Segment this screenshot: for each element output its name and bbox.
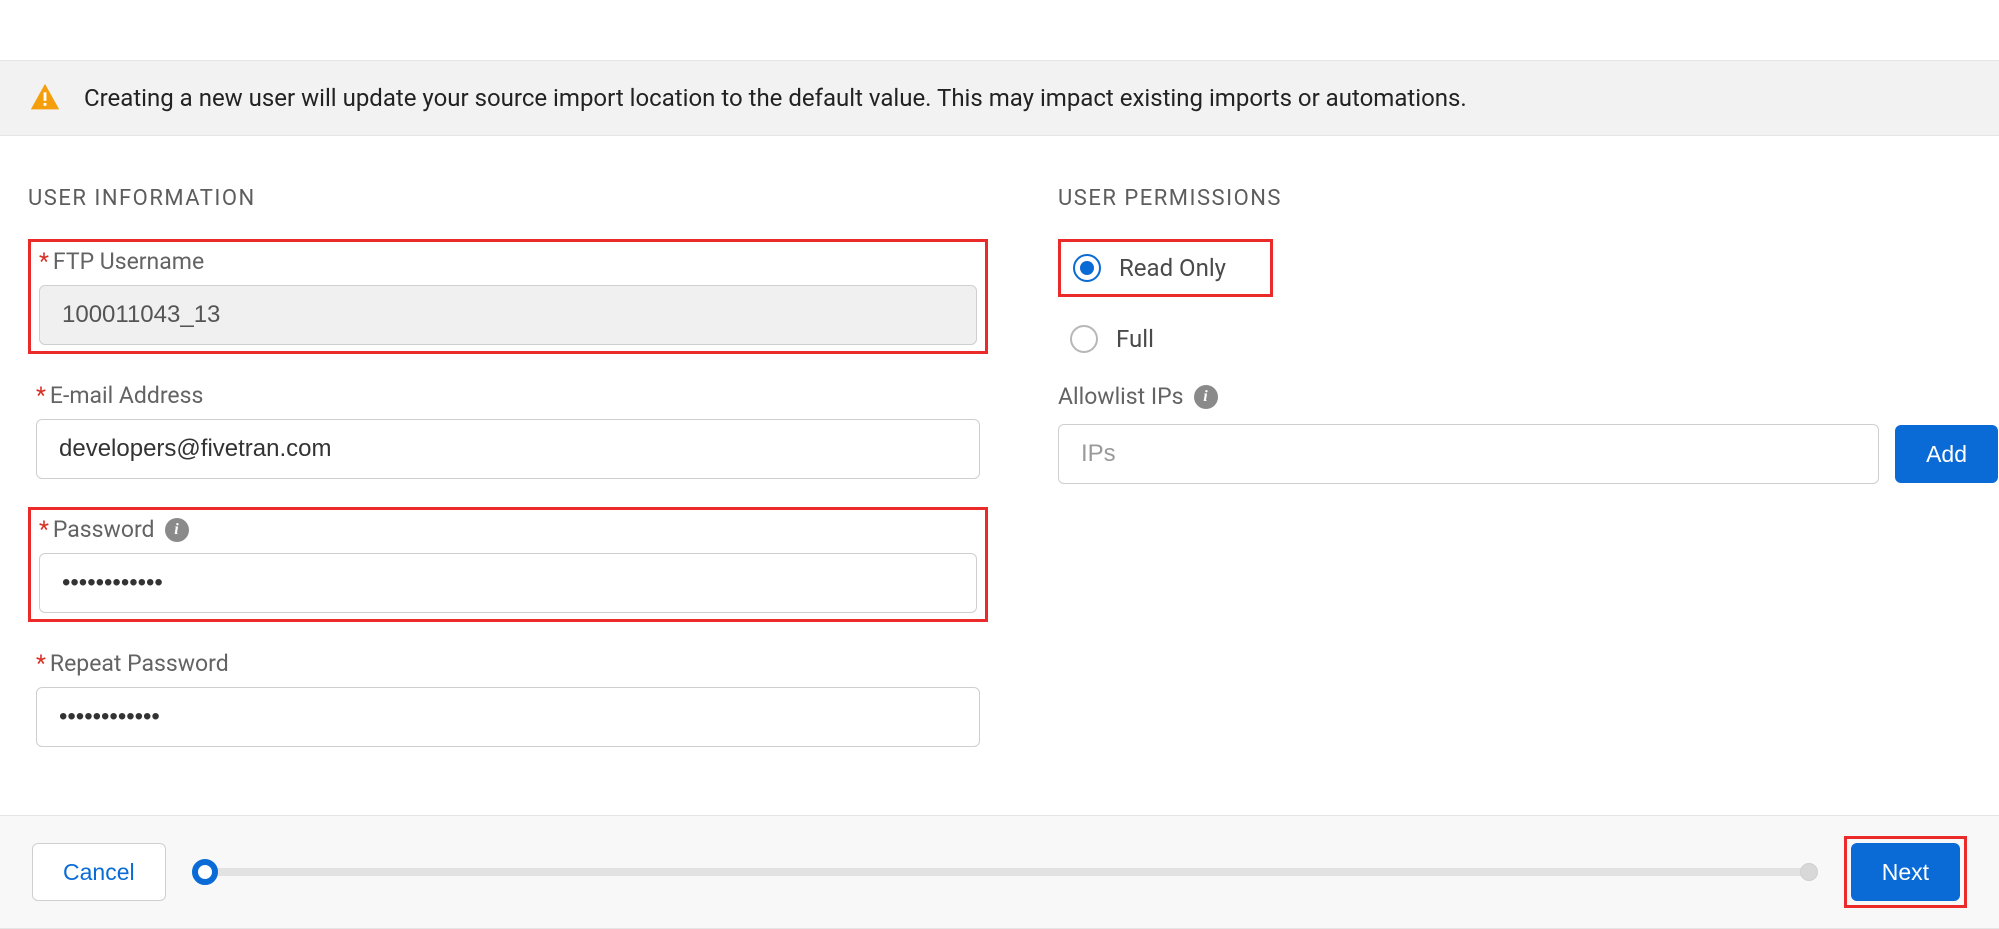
repeat-password-group: *Repeat Password [28,644,988,753]
permission-read-only-row[interactable]: Read Only [1058,239,1273,297]
ftp-username-label: *FTP Username [39,248,977,275]
progress-step-next [1800,863,1818,881]
allowlist-label: Allowlist IPs i [1058,383,1998,410]
wizard-progress [196,859,1814,885]
permission-full-row[interactable]: Full [1058,319,1998,359]
wizard-footer: Cancel Next [0,815,1999,929]
user-information-heading: USER INFORMATION [28,186,988,211]
email-group: *E-mail Address [28,376,988,485]
user-permissions-heading: USER PERMISSIONS [1058,186,1998,211]
repeat-password-label: *Repeat Password [36,650,980,677]
permission-read-only-label: Read Only [1119,254,1226,282]
cancel-button[interactable]: Cancel [32,843,166,901]
radio-full[interactable] [1070,325,1098,353]
ftp-username-input[interactable] [39,285,977,345]
add-button[interactable]: Add [1895,425,1998,483]
permission-full-label: Full [1116,325,1154,353]
radio-read-only[interactable] [1073,254,1101,282]
email-input[interactable] [36,419,980,479]
next-button-highlight: Next [1844,836,1967,908]
password-input[interactable] [39,553,977,613]
password-group: *Password i [28,507,988,622]
progress-step-current [192,859,218,885]
password-label: *Password i [39,516,977,543]
warning-icon [28,81,62,115]
next-button[interactable]: Next [1851,843,1960,901]
alert-message: Creating a new user will update your sou… [84,84,1467,112]
repeat-password-input[interactable] [36,687,980,747]
info-icon[interactable]: i [165,518,189,542]
info-icon[interactable]: i [1194,385,1218,409]
ftp-username-group: *FTP Username [28,239,988,354]
alert-banner: Creating a new user will update your sou… [0,60,1999,136]
allowlist-ips-input[interactable] [1058,424,1879,484]
email-label: *E-mail Address [36,382,980,409]
